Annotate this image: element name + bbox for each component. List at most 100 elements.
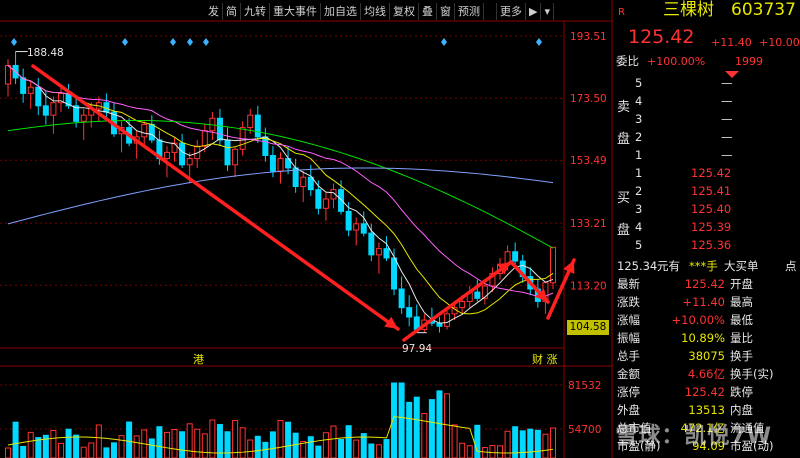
buy-level-row[interactable]: 1 125.42 — [613, 165, 800, 182]
candle-body — [459, 300, 466, 309]
weibi-label: 委比 — [616, 54, 639, 68]
volume-bar — [88, 442, 95, 458]
volume-bar — [171, 428, 178, 458]
volume-bar — [73, 434, 80, 458]
volume-bar — [451, 424, 458, 458]
big-order-stars: ***手 — [689, 259, 718, 273]
toolbar-button[interactable]: 简 — [223, 3, 241, 20]
volume-bar — [27, 431, 34, 458]
volume-bar — [315, 445, 322, 458]
big-order-type[interactable]: 大买单 — [724, 258, 759, 275]
volume-bar — [383, 439, 390, 458]
buy-level-row[interactable]: 5 125.36 — [613, 237, 800, 254]
toolbar-next-icon[interactable]: ▶ — [526, 3, 542, 20]
candle-body — [35, 86, 42, 107]
stat-label-right: 最高 — [730, 295, 753, 309]
market-flag: R — [618, 7, 625, 18]
volume-bar — [292, 432, 299, 458]
stat-label: 振幅 — [617, 331, 640, 345]
toolbar-button[interactable]: 叠 — [419, 3, 437, 20]
candle-body — [171, 142, 178, 153]
candle-body — [383, 248, 390, 259]
toolbar-button[interactable] — [484, 3, 497, 20]
stat-value: 4.66亿 — [687, 367, 725, 381]
toolbar-button[interactable]: 预测 — [455, 3, 484, 20]
toolbar-button[interactable]: 重大事件 — [270, 3, 321, 20]
buy-level-row[interactable]: 2 125.41 — [613, 183, 800, 200]
event-marker-left[interactable]: 港 — [193, 351, 204, 367]
level-number: 5 — [635, 76, 643, 90]
level-price: 125.41 — [691, 184, 732, 198]
last-price: 125.42 — [628, 26, 695, 48]
level-number: 4 — [635, 220, 643, 234]
volume-bar — [103, 447, 110, 458]
candle-body — [345, 210, 352, 231]
candle-body — [20, 77, 27, 94]
volume-bar — [285, 421, 292, 458]
volume-bar — [474, 424, 481, 458]
candle-body — [338, 189, 345, 212]
price-axis-label: 133.21 — [570, 218, 607, 230]
level-price: — — [721, 112, 733, 126]
stat-value: 10.89% — [681, 331, 725, 345]
candle-body — [300, 176, 307, 188]
toolbar-button[interactable]: 九转 — [241, 3, 270, 20]
volume-bar — [406, 401, 413, 458]
volume-bar — [466, 445, 473, 458]
candle-body — [391, 257, 398, 290]
candle-body — [163, 151, 170, 160]
sell-level-row[interactable]: 2— — [613, 129, 800, 146]
high-price-label: 188.48 — [27, 47, 64, 59]
volume-bar — [12, 421, 19, 458]
level-price: — — [721, 130, 733, 144]
toolbar-button[interactable]: 复权 — [390, 3, 419, 20]
volume-bar — [118, 435, 125, 458]
stat-value: 13513 — [688, 403, 725, 417]
candle-body — [353, 223, 360, 231]
stat-label: 涨跌 — [617, 295, 640, 309]
volume-bar — [80, 446, 87, 458]
volume-bar — [194, 428, 201, 458]
stat-label-right: 换手(实) — [730, 367, 774, 381]
candle-body — [5, 64, 11, 85]
stat-value: 125.42 — [684, 385, 725, 399]
toolbar-button[interactable]: 加自选 — [321, 3, 361, 20]
quote-panel: R 三棵树 603737 125.42 +11.40 +10.00 委比 +10… — [613, 0, 800, 458]
watermark: 雪球：凯悦7W — [615, 424, 772, 449]
volume-bar — [95, 424, 102, 458]
volume-bar — [163, 431, 170, 458]
toolbar-button[interactable]: 更多 — [497, 3, 526, 20]
volume-bar — [353, 439, 360, 458]
sell-level-row[interactable]: 5— — [613, 75, 800, 92]
stat-label-right: 量比 — [730, 331, 753, 345]
event-marker-right[interactable]: 财 涨 — [532, 351, 558, 367]
toolbar-button[interactable]: 发 — [205, 3, 223, 20]
volume-bar — [247, 439, 254, 458]
toolbar-button[interactable]: 窗 — [437, 3, 455, 20]
toolbar-button[interactable]: 均线 — [361, 3, 390, 20]
volume-bar — [57, 442, 64, 458]
candle-body — [406, 307, 413, 318]
level-number: 1 — [635, 166, 643, 180]
sell-level-row[interactable]: 4— — [613, 93, 800, 110]
volume-bar — [239, 427, 246, 458]
toolbar-dropdown-icon[interactable]: ▾ — [541, 3, 554, 20]
candle-body — [474, 291, 481, 299]
price-change: +11.40 — [711, 36, 752, 49]
volume-bar — [436, 390, 443, 458]
volume-bar — [428, 399, 435, 458]
volume-bar — [542, 433, 549, 458]
sell-level-row[interactable]: 1— — [613, 147, 800, 164]
volume-bar — [156, 426, 163, 458]
price-axis-label: 113.20 — [570, 280, 607, 292]
volume-bar — [481, 447, 488, 458]
stat-label-right: 开盘 — [730, 277, 753, 291]
buy-level-row[interactable]: 4 125.39 — [613, 219, 800, 236]
stat-row: 总手 38075 换手 — [613, 348, 800, 365]
stat-row: 振幅 10.89% 量比 — [613, 330, 800, 347]
level-number: 4 — [635, 94, 643, 108]
sell-level-row[interactable]: 3— — [613, 111, 800, 128]
buy-level-row[interactable]: 3 125.40 — [613, 201, 800, 218]
candle-body — [80, 114, 87, 122]
stat-label: 涨停 — [617, 385, 640, 399]
